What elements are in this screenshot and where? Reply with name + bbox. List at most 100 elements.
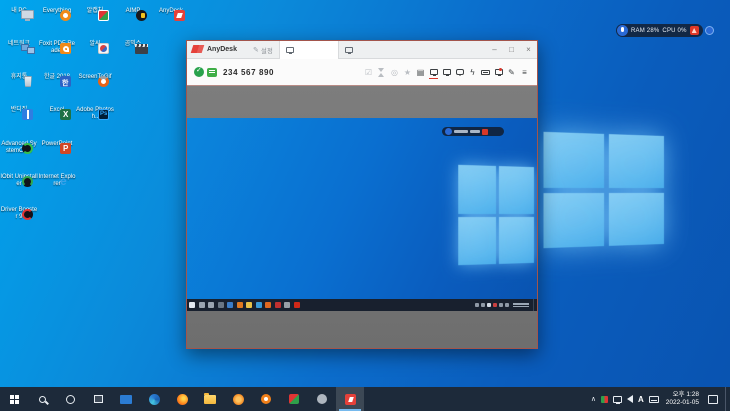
desktop-icon[interactable]: P PowerPoint — [38, 141, 76, 148]
desktop-icon[interactable]: e Internet Explorer — [38, 174, 76, 188]
toolbar-icon[interactable] — [494, 67, 503, 77]
toolbar-icon[interactable]: ◎ — [390, 67, 399, 77]
toolbar-icon[interactable] — [481, 67, 490, 77]
widget-handle-icon[interactable] — [705, 26, 714, 35]
desktop-icon[interactable]: Ps Adobe Photosh.. — [76, 107, 114, 121]
toolbar-icon[interactable]: ϟ — [468, 67, 477, 77]
tab-settings[interactable]: ✎ 설정 — [247, 41, 279, 59]
taskbar-item[interactable] — [308, 387, 336, 411]
remote-taskbar-icon[interactable] — [227, 302, 233, 308]
taskbar-item[interactable] — [112, 387, 140, 411]
pencil-icon: ✎ — [253, 46, 259, 54]
toolbar-icon[interactable]: ≡ — [520, 67, 529, 77]
taskbar-item[interactable] — [224, 387, 252, 411]
taskbar-item[interactable] — [168, 387, 196, 411]
remote-taskbar-icon[interactable] — [218, 302, 224, 308]
desktop-icon[interactable]: IObit Uninstaller — [0, 174, 38, 188]
desktop-icon[interactable]: 알캡처 — [76, 8, 114, 15]
chat-status-icon[interactable] — [207, 68, 217, 77]
desktop-icon[interactable]: Foxit PDF Reader — [38, 41, 76, 55]
desktop-icon[interactable]: 반디집 — [0, 107, 38, 114]
toolbar-icon[interactable] — [377, 67, 386, 77]
remote-taskbar-icon[interactable] — [256, 302, 262, 308]
remote-taskbar-icon[interactable] — [284, 302, 290, 308]
remote-windows-logo — [458, 165, 534, 265]
show-desktop-button[interactable] — [725, 387, 728, 411]
touch-keyboard-icon[interactable] — [649, 396, 659, 403]
monitor-icon — [286, 47, 294, 53]
toolbar-icon[interactable]: ☑ — [364, 67, 373, 77]
desktop-icon[interactable]: 알씨 — [76, 41, 114, 48]
boost-icon[interactable] — [690, 26, 699, 35]
taskbar-item[interactable] — [56, 387, 84, 411]
remote-taskbar-icon[interactable] — [294, 302, 300, 308]
desktop-icon[interactable]: 한 한글 2018 — [38, 74, 76, 81]
toolbar-icon[interactable]: ▤ — [416, 67, 425, 77]
host-desktop: 내 PC Everything 알캡처 AIMP AnyDesk — [0, 0, 730, 411]
desktop-icon[interactable]: X Excel — [38, 107, 76, 114]
settings-tab-label: 설정 — [261, 45, 273, 55]
ram-usage: RAM 28% — [631, 28, 659, 34]
desktop-icon[interactable]: ScreenToGif — [76, 74, 114, 81]
desktop-icon[interactable]: AnyDesk — [152, 8, 190, 15]
tray-app-icon[interactable] — [601, 396, 608, 403]
remote-taskbar[interactable] — [187, 299, 537, 311]
remote-taskbar-icon[interactable] — [189, 302, 195, 308]
taskbar-clock[interactable]: 오후 1:28 2022-01-05 — [664, 391, 701, 407]
remote-desktop-screen[interactable] — [187, 118, 537, 311]
toolbar-icon[interactable] — [455, 67, 464, 77]
host-taskbar: ∧ A 오후 1:28 2022-01-05 — [0, 387, 730, 411]
taskbar-item[interactable] — [28, 387, 56, 411]
volume-icon[interactable] — [627, 395, 633, 403]
window-title: AnyDesk — [207, 46, 237, 53]
desktop-icon[interactable]: 네트워크 — [0, 41, 38, 48]
taskbar-item[interactable] — [252, 387, 280, 411]
toolbar-icon[interactable]: ✎ — [507, 67, 516, 77]
anydesk-titlebar[interactable]: AnyDesk ✎ 설정 – □ × — [187, 41, 537, 59]
remote-taskbar-apps — [189, 302, 300, 308]
ime-indicator[interactable]: A — [638, 395, 644, 404]
taskbar-item[interactable] — [140, 387, 168, 411]
remote-address: 234 567 890 — [223, 68, 274, 77]
remote-taskbar-icon[interactable] — [275, 302, 281, 308]
minimize-button[interactable]: – — [486, 41, 503, 58]
remote-show-desktop[interactable] — [533, 299, 535, 311]
desktop-icon[interactable]: Everything — [38, 8, 76, 15]
taskbar-item[interactable] — [336, 387, 364, 411]
remote-taskbar-icon[interactable] — [246, 302, 252, 308]
booster-orb-icon[interactable] — [617, 25, 628, 36]
taskbar-item[interactable] — [84, 387, 112, 411]
remote-taskbar-icon[interactable] — [208, 302, 214, 308]
toolbar-icon[interactable]: ★ — [403, 67, 412, 77]
clock-time: 오후 1:28 — [673, 391, 699, 398]
remote-taskbar-icon[interactable] — [237, 302, 243, 308]
desktop-icon[interactable]: Driver Booster 9 — [0, 207, 38, 221]
desktop-icon[interactable]: AIMP — [114, 8, 152, 15]
remote-system-tray — [475, 299, 535, 311]
performance-monitor-widget[interactable]: RAM 28% CPU 0% — [616, 24, 714, 37]
remote-taskbar-icon[interactable] — [265, 302, 271, 308]
desktop-icon[interactable]: Advanced SystemCare — [0, 141, 38, 155]
network-icon[interactable] — [613, 396, 622, 403]
taskbar-item[interactable] — [196, 387, 224, 411]
tab-active-session[interactable] — [279, 41, 339, 59]
clock-date: 2022-01-05 — [666, 399, 699, 406]
toolbar-icon[interactable] — [429, 67, 438, 77]
taskbar-item[interactable] — [280, 387, 308, 411]
windows-logo — [543, 132, 663, 248]
remote-taskbar-icon[interactable] — [199, 302, 205, 308]
desktop-icon[interactable]: 휴지통 — [0, 74, 38, 81]
taskbar-item[interactable] — [0, 387, 28, 411]
desktop-icon-label: 휴지통 — [0, 74, 38, 81]
toolbar-actions: ☑ ◎ ★ ▤ — [364, 67, 537, 77]
toolbar-icon[interactable] — [442, 67, 451, 77]
new-session-tab-icon[interactable] — [345, 47, 353, 53]
maximize-button[interactable]: □ — [503, 41, 520, 58]
anydesk-window: AnyDesk ✎ 설정 – □ × 234 567 890 — [186, 40, 538, 349]
tray-chevron-icon[interactable]: ∧ — [591, 395, 596, 403]
desktop-icon[interactable]: 내 PC — [0, 8, 38, 15]
close-button[interactable]: × — [520, 41, 537, 58]
action-center-icon[interactable] — [708, 395, 718, 404]
desktop-icon[interactable]: 곰믹스 — [114, 41, 152, 48]
system-tray: ∧ A 오후 1:28 2022-01-05 — [591, 387, 730, 411]
